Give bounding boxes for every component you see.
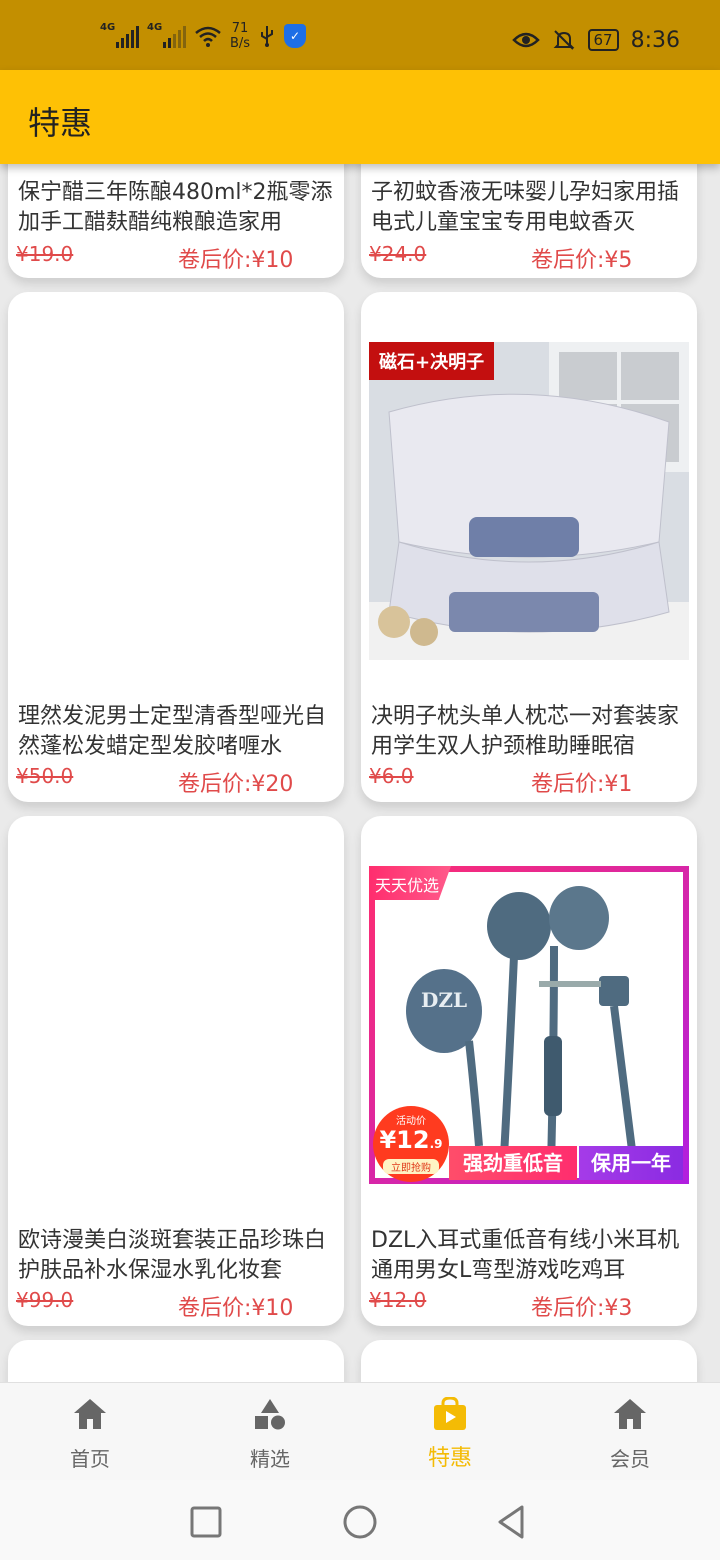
promo-small-label: 活动价 [396, 1116, 426, 1127]
product-image: 天天优选 DZL 活动价 ¥12.9 立即抢购 强劲重低音 保用一年 [369, 866, 689, 1184]
nav-item-featured[interactable]: 精选 [180, 1383, 360, 1481]
product-card[interactable]: 子初蚊香液无味婴儿孕妇家用插电式儿童宝宝专用电蚊香灭 ¥24.0 卷后价:¥5 [361, 164, 697, 278]
recent-apps-button[interactable] [186, 1502, 226, 1542]
status-right: 67 8:36 [511, 20, 680, 60]
network-type-label: 4G [147, 22, 163, 33]
product-card[interactable]: 天天优选 DZL 活动价 ¥12.9 立即抢购 强劲重低音 保用一年 DZL入耳… [361, 816, 697, 1326]
battery-indicator: 67 [587, 29, 619, 51]
coupon-price: 卷后价:¥10 [178, 248, 294, 273]
product-card[interactable] [8, 1340, 344, 1382]
nav-label: 特惠 [427, 1446, 472, 1471]
coupon-price: 卷后价:¥1 [531, 772, 633, 797]
network-speed: 71 B/s [230, 21, 250, 51]
promo-price-badge: 活动价 ¥12.9 立即抢购 [373, 1106, 449, 1182]
image-brand-text: DZL [421, 988, 468, 1012]
eye-icon [511, 32, 540, 48]
back-button[interactable] [492, 1502, 532, 1542]
home-icon [74, 1399, 106, 1429]
original-price: ¥6.0 [369, 764, 414, 788]
promo-price: ¥12 [379, 1126, 430, 1154]
original-price: ¥19.0 [16, 242, 74, 266]
product-image-placeholder [16, 864, 336, 1184]
signal-icon: 4G [100, 22, 139, 48]
system-nav-bar [0, 1480, 720, 1560]
product-grid[interactable]: 保宁醋三年陈酿480ml*2瓶零添加手工醋麸醋纯粮酿造家用 ¥19.0 卷后价:… [0, 164, 720, 1382]
speed-value: 71 [231, 21, 249, 36]
signal-icon: 4G [147, 22, 186, 48]
promo-cents: .9 [429, 1137, 443, 1151]
status-left: 4G 4G 71 B/s ✓ [100, 14, 307, 58]
coupon-price: 卷后价:¥10 [178, 1296, 294, 1321]
product-image-placeholder [16, 340, 336, 660]
original-price: ¥50.0 [16, 764, 74, 788]
original-price: ¥12.0 [369, 1288, 427, 1312]
product-title: DZL入耳式重低音有线小米耳机通用男女L弯型游戏吃鸡耳 [371, 1228, 680, 1283]
coupon-price: 卷后价:¥3 [531, 1296, 633, 1321]
bottom-nav: 首页 精选 特惠 会员 [0, 1382, 720, 1480]
nav-label: 精选 [250, 1447, 290, 1471]
coupon-price: 卷后价:¥20 [178, 772, 294, 797]
promo-buy-tag: 立即抢购 [383, 1159, 439, 1174]
product-title: 理然发泥男士定型清香型哑光自然蓬松发蜡定型发胶啫喱水 [18, 704, 327, 759]
speed-unit: B/s [230, 36, 251, 51]
product-title: 子初蚊香液无味婴儿孕妇家用插电式儿童宝宝专用电蚊香灭 [371, 180, 680, 235]
product-title: 欧诗漫美白淡斑套装正品珍珠白护肤品补水保湿水乳化妆套 [18, 1228, 327, 1283]
product-card[interactable]: 理然发泥男士定型清香型哑光自然蓬松发蜡定型发胶啫喱水 ¥50.0 卷后价:¥20 [8, 292, 344, 802]
image-badge: 天天优选 [369, 866, 451, 900]
image-slogan-warranty: 保用一年 [579, 1146, 683, 1180]
shopping-bag-icon [434, 1397, 466, 1430]
product-card[interactable]: 保宁醋三年陈酿480ml*2瓶零添加手工醋麸醋纯粮酿造家用 ¥19.0 卷后价:… [8, 164, 344, 278]
home-button[interactable] [340, 1502, 380, 1542]
shapes-icon [255, 1399, 285, 1430]
nav-item-member[interactable]: 会员 [540, 1383, 720, 1481]
image-slogan-bass: 强劲重低音 [449, 1146, 577, 1180]
product-card[interactable] [361, 1340, 697, 1382]
app-header: 特惠 [0, 70, 720, 164]
wifi-icon [195, 26, 221, 47]
product-card[interactable]: 磁石+决明子 决明子枕头单人枕芯一对套装家用学生双人护颈椎助睡眠宿 ¥6.0 卷… [361, 292, 697, 802]
product-title: 决明子枕头单人枕芯一对套装家用学生双人护颈椎助睡眠宿 [371, 704, 680, 759]
product-card[interactable]: 欧诗漫美白淡斑套装正品珍珠白护肤品补水保湿水乳化妆套 ¥99.0 卷后价:¥10 [8, 816, 344, 1326]
pillow-image [369, 342, 689, 660]
status-bar: 4G 4G 71 B/s ✓ 67 8:36 [0, 0, 720, 70]
mute-bell-icon [553, 30, 574, 50]
nav-label: 会员 [610, 1447, 650, 1471]
page-title: 特惠 [28, 104, 93, 142]
product-image: 磁石+决明子 [369, 342, 689, 660]
usb-icon [261, 26, 274, 47]
security-shield-icon: ✓ [284, 24, 307, 48]
nav-item-home[interactable]: 首页 [0, 1383, 180, 1481]
nav-item-deals[interactable]: 特惠 [360, 1383, 540, 1481]
original-price: ¥99.0 [16, 1288, 74, 1312]
product-title: 保宁醋三年陈酿480ml*2瓶零添加手工醋麸醋纯粮酿造家用 [18, 180, 333, 235]
original-price: ¥24.0 [369, 242, 427, 266]
image-badge: 磁石+决明子 [369, 342, 495, 380]
clock: 8:36 [630, 27, 680, 53]
nav-label: 首页 [70, 1447, 110, 1471]
home-icon [614, 1399, 646, 1429]
coupon-price: 卷后价:¥5 [531, 248, 633, 273]
network-type-label: 4G [100, 22, 116, 33]
